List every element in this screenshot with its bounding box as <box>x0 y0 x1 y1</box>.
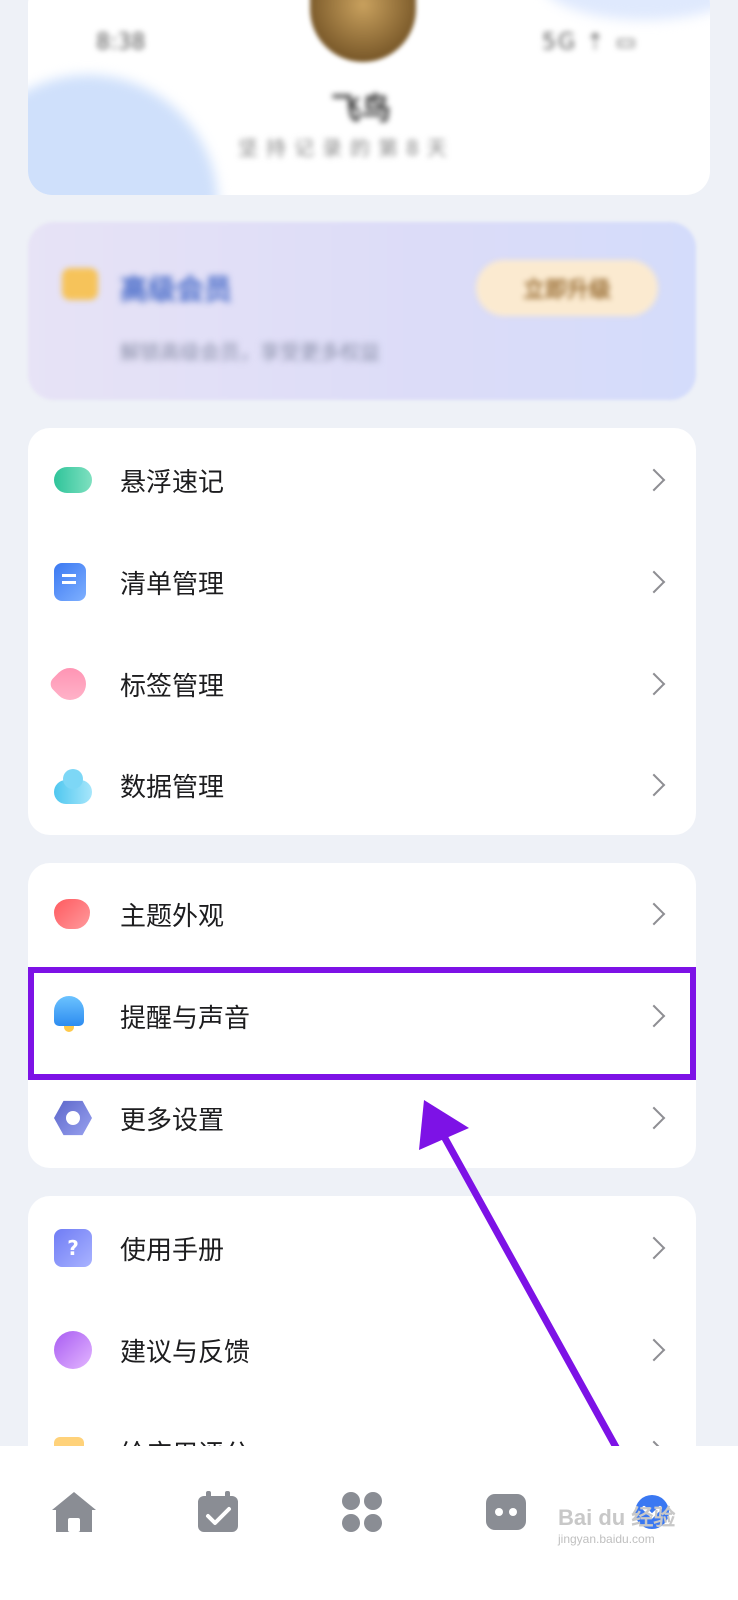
status-time: 8:38 <box>96 30 146 55</box>
decorative-blob <box>28 75 218 195</box>
float-note-icon <box>54 467 92 493</box>
settings-row-feedback[interactable]: 建议与反馈 <box>28 1300 696 1400</box>
list-icon <box>54 563 86 601</box>
profile-subtitle: 坚持记录的第8天 <box>238 136 455 160</box>
settings-row-data[interactable]: 数据管理 <box>28 735 696 835</box>
upgrade-button[interactable]: 立即升级 <box>476 260 658 316</box>
chevron-right-icon <box>642 773 666 797</box>
gem-icon <box>62 268 98 300</box>
nickname: 飞鸟 <box>331 92 391 127</box>
settings-group-data: 悬浮速记 清单管理 标签管理 数据管理 <box>28 428 696 835</box>
row-label: 更多设置 <box>120 1105 225 1136</box>
row-label: 建议与反馈 <box>120 1337 251 1368</box>
chevron-right-icon <box>642 672 666 696</box>
help-icon: ? <box>54 1229 92 1267</box>
row-label: 标签管理 <box>120 671 225 702</box>
row-label: 使用手册 <box>120 1235 225 1266</box>
settings-row-theme[interactable]: 主题外观 <box>28 864 696 964</box>
chevron-right-icon <box>642 468 666 492</box>
settings-row-manual[interactable]: ? 使用手册 <box>28 1198 696 1298</box>
settings-row-tag[interactable]: 标签管理 <box>28 634 696 734</box>
tag-icon <box>47 661 93 707</box>
decorative-blob <box>540 0 710 20</box>
chevron-right-icon <box>642 1338 666 1362</box>
row-label: 主题外观 <box>120 901 225 932</box>
settings-row-list[interactable]: 清单管理 <box>28 532 696 632</box>
home-icon[interactable] <box>48 1486 100 1538</box>
chevron-right-icon <box>642 570 666 594</box>
settings-row-float-note[interactable]: 悬浮速记 <box>28 430 696 530</box>
gear-hex-icon <box>54 1100 92 1136</box>
four-grid-icon[interactable] <box>336 1486 388 1538</box>
watermark-url: jingyan.baidu.com <box>558 1532 655 1546</box>
cloud-icon <box>54 769 92 804</box>
highlight-box <box>28 967 696 1080</box>
settings-row-more[interactable]: 更多设置 <box>28 1068 696 1168</box>
member-subtitle: 解锁高级会员，享受更多权益 <box>120 340 380 364</box>
watermark-brand: Bai du 经验 <box>558 1505 676 1530</box>
watermark: Bai du 经验 jingyan.baidu.com <box>558 1500 675 1546</box>
calendar-check-icon[interactable] <box>192 1486 244 1538</box>
row-label: 清单管理 <box>120 569 225 600</box>
robot-icon[interactable] <box>480 1486 532 1538</box>
chevron-right-icon <box>642 1236 666 1260</box>
row-label: 悬浮速记 <box>120 467 225 498</box>
heart-icon <box>54 899 90 929</box>
feedback-icon <box>54 1331 92 1369</box>
chevron-right-icon <box>642 1106 666 1130</box>
member-title: 高级会员 <box>120 273 233 306</box>
row-label: 数据管理 <box>120 772 225 803</box>
status-indicators: 5G ⇡ ▭ <box>542 30 639 55</box>
chevron-right-icon <box>642 902 666 926</box>
